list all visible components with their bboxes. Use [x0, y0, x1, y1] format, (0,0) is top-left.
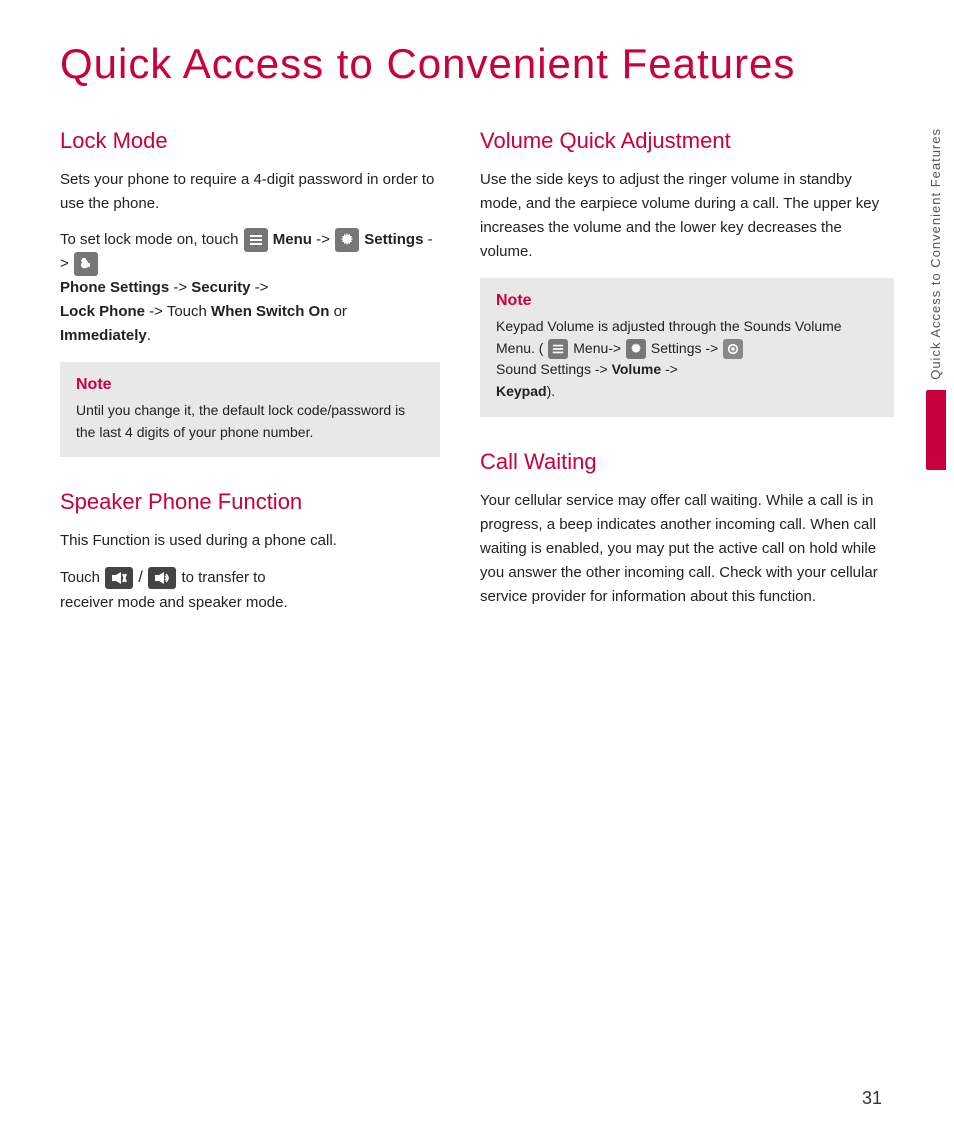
note-volume-text: Volume	[612, 361, 662, 377]
side-tab: Quick Access to Convenient Features	[918, 120, 954, 700]
volume-heading: Volume Quick Adjustment	[480, 128, 894, 154]
lock-mode-heading: Lock Mode	[60, 128, 440, 154]
menu-icon	[244, 228, 268, 252]
speaker-para2-prefix: Touch	[60, 569, 104, 586]
right-column: Volume Quick Adjustment Use the side key…	[480, 128, 894, 647]
note-close: ).	[547, 383, 556, 399]
para2-prefix: To set lock mode on, touch	[60, 231, 243, 248]
speaker-para2-suffix: receiver mode and speaker mode.	[60, 594, 288, 611]
lock-mode-para1: Sets your phone to require a 4-digit pas…	[60, 168, 440, 216]
two-column-layout: Lock Mode Sets your phone to require a 4…	[60, 128, 894, 647]
para2-menu: Menu	[273, 231, 312, 248]
note-sound-icon	[723, 339, 743, 359]
speaker-slash: /	[138, 569, 147, 586]
para2-period: .	[147, 327, 151, 344]
side-tab-bar	[926, 390, 946, 470]
volume-note: Note Keypad Volume is adjusted through t…	[480, 278, 894, 417]
speaker-phone-para1: This Function is used during a phone cal…	[60, 529, 440, 553]
side-tab-text: Quick Access to Convenient Features	[927, 120, 945, 380]
note-keypad-text: Keypad	[496, 383, 547, 399]
speaker-phone-heading: Speaker Phone Function	[60, 489, 440, 515]
lock-mode-note: Note Until you change it, the default lo…	[60, 362, 440, 457]
mute-icon	[105, 567, 133, 589]
note-menu-icon	[548, 339, 568, 359]
para2-phone: Phone Settings	[60, 279, 169, 296]
note-menu-text: Menu->	[573, 340, 621, 356]
left-column: Lock Mode Sets your phone to require a 4…	[60, 128, 440, 647]
para2-security: Security	[191, 279, 250, 296]
para2-arrow4: ->	[255, 279, 269, 296]
para2-immediately: Immediately	[60, 327, 147, 344]
page-title: Quick Access to Convenient Features	[60, 40, 894, 88]
volume-quick-section: Volume Quick Adjustment Use the side key…	[480, 128, 894, 417]
para2-lock: Lock Phone	[60, 303, 145, 320]
lock-mode-section: Lock Mode Sets your phone to require a 4…	[60, 128, 440, 457]
call-waiting-heading: Call Waiting	[480, 449, 894, 475]
volume-note-body: Keypad Volume is adjusted through the So…	[496, 316, 878, 403]
lock-note-title: Note	[76, 376, 424, 394]
speaker-phone-section: Speaker Phone Function This Function is …	[60, 489, 440, 615]
note-settings-icon	[626, 339, 646, 359]
note-arrow: ->	[665, 361, 678, 377]
para2-touch: -> Touch	[149, 303, 207, 320]
para2-arrow3: ->	[173, 279, 191, 296]
page-container: Quick Access to Convenient Features Lock…	[0, 0, 954, 1145]
para2-arrow1: ->	[316, 231, 330, 248]
lock-mode-para2: To set lock mode on, touch Menu -> Setti…	[60, 228, 440, 348]
call-waiting-section: Call Waiting Your cellular service may o…	[480, 449, 894, 609]
para2-or: or	[334, 303, 347, 320]
phone-settings-icon	[74, 252, 98, 276]
call-waiting-para1: Your cellular service may offer call wai…	[480, 489, 894, 609]
para2-settings: Settings	[364, 231, 423, 248]
volume-note-title: Note	[496, 292, 878, 310]
note-sound-text: Sound Settings ->	[496, 361, 608, 377]
para2-when: When Switch On	[211, 303, 329, 320]
speaker-icon	[148, 567, 176, 589]
note-settings-text: Settings ->	[651, 340, 718, 356]
lock-note-body: Until you change it, the default lock co…	[76, 400, 424, 443]
page-number: 31	[862, 1088, 882, 1109]
volume-para1: Use the side keys to adjust the ringer v…	[480, 168, 894, 264]
settings-icon	[335, 228, 359, 252]
speaker-para2-to: to transfer to	[181, 569, 265, 586]
speaker-phone-para2: Touch /	[60, 565, 440, 615]
